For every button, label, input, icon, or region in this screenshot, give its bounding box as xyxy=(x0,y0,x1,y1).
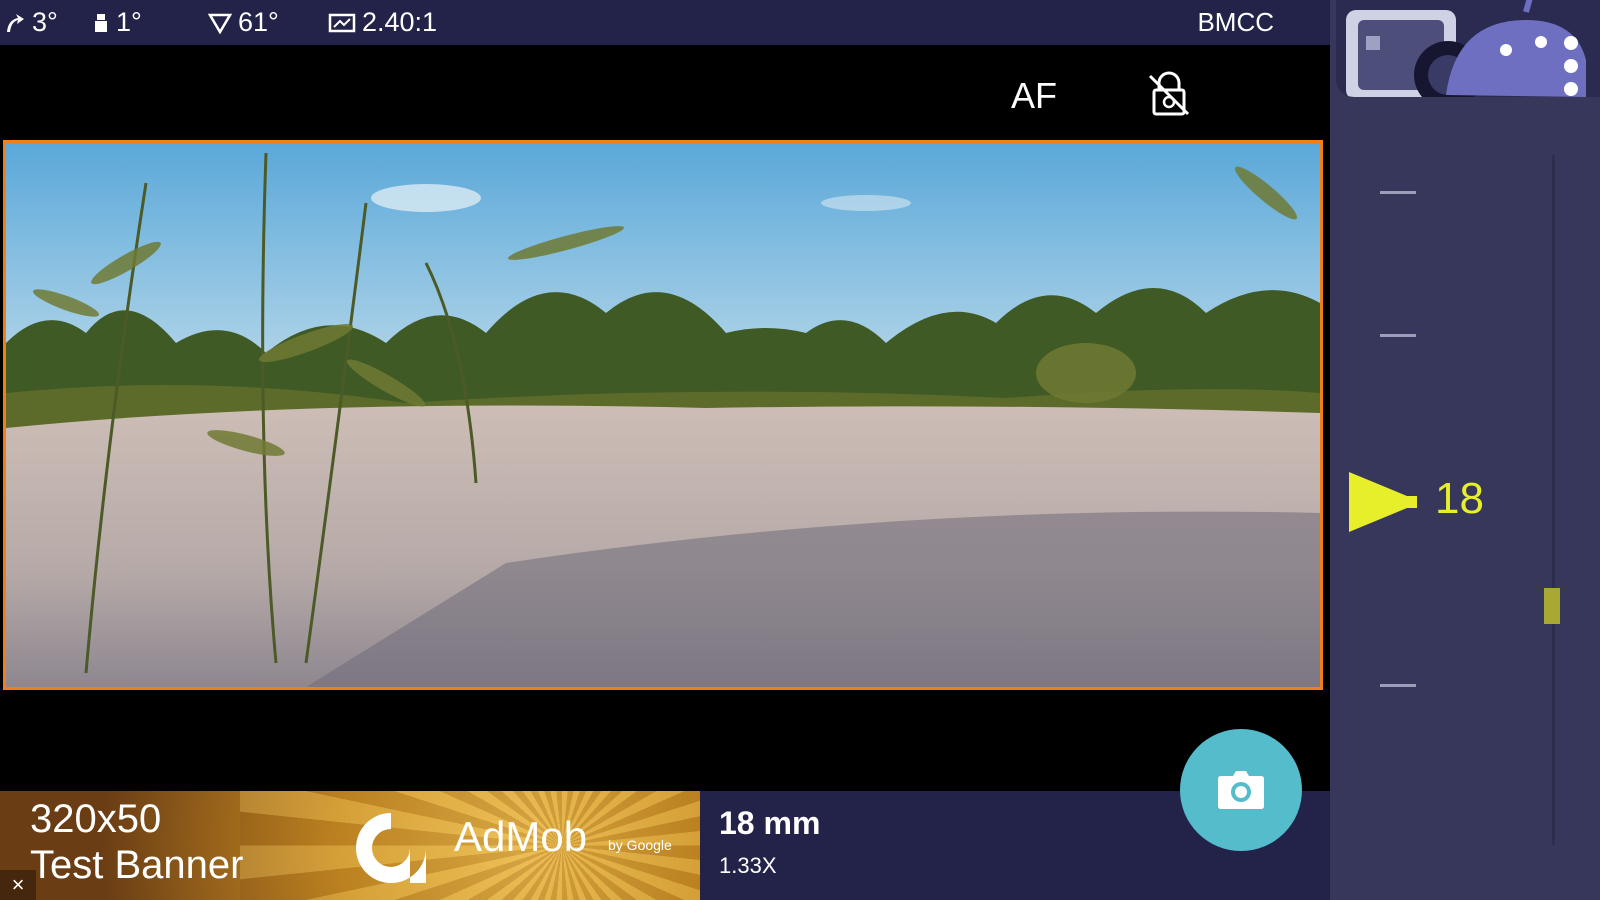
ad-size-label: 320x50 xyxy=(30,797,162,841)
zoom-slider-track[interactable] xyxy=(1552,155,1555,845)
fov-value: 61° xyxy=(238,7,279,37)
roll-indicator: 1° xyxy=(92,0,142,45)
capture-button[interactable] xyxy=(1180,729,1302,851)
admob-by-google: by Google xyxy=(608,837,672,853)
aspect-ratio-icon xyxy=(328,13,356,32)
roll-value: 1° xyxy=(116,7,142,37)
ad-banner[interactable]: 320x50 Test Banner AdMob by Google × xyxy=(0,791,700,900)
lock-icon xyxy=(1148,71,1190,116)
ad-title: Test Banner xyxy=(30,843,244,887)
android-camera-logo-icon xyxy=(1336,0,1600,97)
scene-preview-image xyxy=(6,143,1320,687)
camera-viewfinder[interactable] xyxy=(3,140,1323,690)
aspect-ratio-value: 2.40:1 xyxy=(362,7,438,37)
admob-brand: AdMob xyxy=(454,813,588,860)
field-of-view-icon xyxy=(208,13,232,34)
slider-tick xyxy=(1380,191,1416,194)
roll-icon xyxy=(95,13,107,32)
ad-close-button[interactable]: × xyxy=(0,870,36,900)
tilt-indicator: 3° xyxy=(4,0,58,45)
overflow-menu-icon[interactable] xyxy=(1564,36,1580,108)
camera-icon xyxy=(1218,771,1264,809)
slider-tick xyxy=(1380,334,1416,337)
viewfinder-toolbar: AF xyxy=(0,45,1330,138)
focal-pointer-icon[interactable] xyxy=(1347,470,1417,534)
app-avatar[interactable] xyxy=(1336,0,1600,97)
aspect-ratio-indicator: 2.40:1 xyxy=(328,0,437,45)
camera-format-label[interactable]: BMCC xyxy=(1197,0,1274,45)
status-bar: 3° 1° 61° 2.40:1 BMCC xyxy=(0,0,1330,45)
focal-length-sidebar xyxy=(1330,0,1600,900)
slider-tick xyxy=(1380,684,1416,687)
zoom-slider-handle[interactable] xyxy=(1544,588,1560,624)
zoom-factor: 1.33X xyxy=(719,853,777,878)
tilt-icon xyxy=(7,13,24,32)
lock-button[interactable] xyxy=(1146,70,1192,123)
focal-slider-value: 18 xyxy=(1435,474,1484,523)
focal-length: 18 mm xyxy=(719,805,821,841)
tilt-value: 3° xyxy=(32,7,58,37)
autofocus-button[interactable]: AF xyxy=(1011,75,1057,117)
admob-logo-icon xyxy=(356,813,426,883)
fov-indicator: 61° xyxy=(208,0,279,45)
viewfinder-bottom-bar xyxy=(0,693,1330,791)
